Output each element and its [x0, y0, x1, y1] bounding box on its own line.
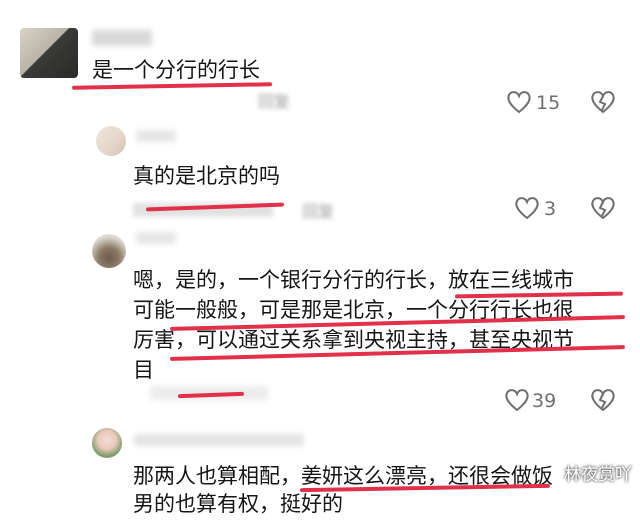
username — [136, 130, 176, 142]
username — [136, 232, 176, 244]
comment-text-line: 男的也算有权，挺好的 — [133, 492, 343, 516]
avatar[interactable] — [20, 28, 78, 78]
avatar[interactable] — [92, 234, 126, 268]
broken-heart-icon[interactable] — [590, 388, 616, 416]
username — [92, 30, 152, 46]
comment-text: 是一个分行的行长 — [92, 58, 260, 82]
avatar[interactable] — [96, 126, 126, 156]
like-count: 15 — [536, 92, 561, 114]
comment-text: 真的是北京的吗 — [133, 164, 280, 188]
heart-outline-icon[interactable] — [506, 90, 532, 118]
comment-meta: 回复 — [258, 88, 290, 112]
heart-outline-icon[interactable] — [504, 388, 530, 416]
broken-heart-icon[interactable] — [590, 196, 616, 224]
avatar[interactable] — [92, 428, 122, 458]
heart-outline-icon[interactable] — [514, 196, 540, 224]
username — [134, 434, 304, 446]
comment-text-line: 目 — [133, 358, 154, 382]
like-count: 39 — [532, 390, 557, 412]
comment-text-line: 嗯，是的，一个银行分行的行长，放在三线城市 — [133, 268, 574, 292]
reply-button[interactable]: 回复 — [302, 202, 334, 221]
like-count: 3 — [544, 198, 557, 220]
broken-heart-icon[interactable] — [590, 90, 616, 118]
watermark: 林夜赏吖 — [564, 465, 632, 485]
reply-button[interactable]: 回复 — [258, 92, 290, 111]
